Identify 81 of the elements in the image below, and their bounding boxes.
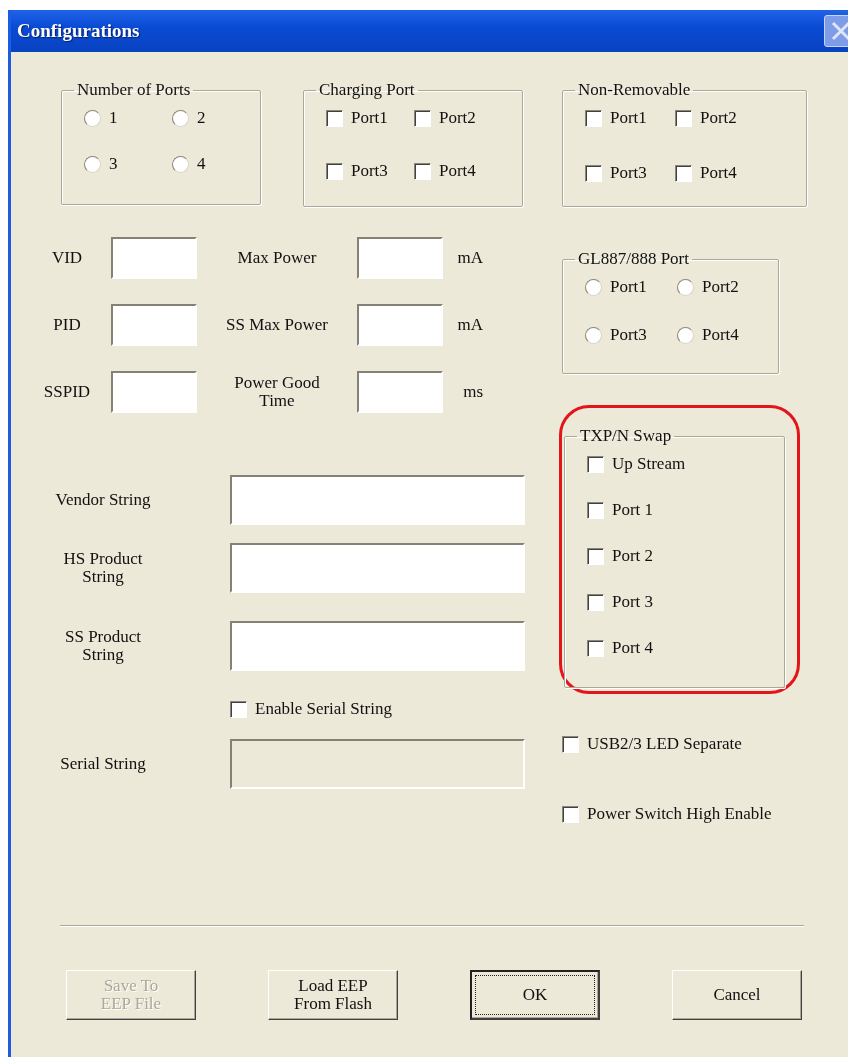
checkbox[interactable] bbox=[587, 547, 604, 565]
checkbox[interactable] bbox=[585, 109, 602, 127]
checkbox-label: Up Stream bbox=[612, 454, 686, 474]
checkbox-label: Port 3 bbox=[612, 592, 654, 612]
unit-label: ms bbox=[463, 382, 483, 402]
checkbox[interactable] bbox=[414, 162, 431, 180]
checkbox-label: Enable Serial String bbox=[255, 699, 392, 719]
group-title: TXP/N Swap bbox=[579, 426, 673, 446]
checkbox-label: USB2/3 LED Separate bbox=[587, 734, 742, 754]
radio-label: 1 bbox=[109, 108, 118, 128]
checkbox[interactable] bbox=[587, 501, 604, 519]
radio-label: 2 bbox=[197, 108, 206, 128]
group-title: Non-Removable bbox=[577, 80, 692, 100]
field-label: Serial String bbox=[60, 755, 146, 773]
radio-label: Port4 bbox=[702, 325, 739, 345]
input-field[interactable] bbox=[230, 543, 525, 593]
group-title: GL887/888 Port bbox=[577, 249, 690, 269]
checkbox-label: Port3 bbox=[610, 163, 647, 183]
checkbox-label: Port2 bbox=[700, 108, 737, 128]
checkbox[interactable] bbox=[587, 455, 604, 473]
field-label: PID bbox=[53, 316, 81, 334]
radio-button[interactable] bbox=[585, 326, 602, 344]
radio-label: 4 bbox=[197, 154, 206, 174]
input-field[interactable] bbox=[111, 237, 197, 279]
field-label: VID bbox=[51, 249, 83, 267]
input-field[interactable] bbox=[230, 621, 525, 671]
radio-button[interactable] bbox=[172, 109, 189, 127]
dialog-button[interactable]: Cancel bbox=[672, 970, 802, 1020]
field-label: SSPID bbox=[43, 383, 91, 401]
radio-label: 3 bbox=[109, 154, 118, 174]
field-label: Power Good Time bbox=[233, 374, 321, 410]
checkbox[interactable] bbox=[675, 109, 692, 127]
radio-button[interactable] bbox=[585, 278, 602, 296]
dialog-button[interactable]: Load EEP From Flash bbox=[268, 970, 398, 1020]
radio-button[interactable] bbox=[677, 326, 694, 344]
checkbox-label: Port 2 bbox=[612, 546, 654, 566]
radio-button[interactable] bbox=[84, 109, 101, 127]
checkbox[interactable] bbox=[562, 805, 579, 823]
close-button[interactable] bbox=[824, 15, 848, 47]
checkbox[interactable] bbox=[675, 164, 692, 182]
checkbox[interactable] bbox=[230, 700, 247, 718]
checkbox[interactable] bbox=[326, 162, 343, 180]
checkbox-label: Power Switch High Enable bbox=[587, 804, 772, 824]
checkbox[interactable] bbox=[587, 639, 604, 657]
input-field[interactable] bbox=[357, 304, 443, 346]
checkbox-label: Port 4 bbox=[612, 638, 654, 658]
checkbox-label: Port3 bbox=[351, 161, 388, 181]
radio-button[interactable] bbox=[677, 278, 694, 296]
radio-label: Port3 bbox=[610, 325, 647, 345]
checkbox-label: Port2 bbox=[439, 108, 476, 128]
checkbox-label: Port1 bbox=[610, 108, 647, 128]
checkbox-label: Port4 bbox=[700, 163, 737, 183]
unit-label: mA bbox=[457, 315, 483, 335]
checkbox[interactable] bbox=[585, 164, 602, 182]
field-label: SS Product String bbox=[63, 628, 142, 664]
group-title: Charging Port bbox=[318, 80, 416, 100]
unit-label: mA bbox=[457, 248, 483, 268]
input-field[interactable] bbox=[357, 371, 443, 413]
checkbox-label: Port1 bbox=[351, 108, 388, 128]
field-label: Max Power bbox=[237, 249, 317, 267]
window-title: Configurations bbox=[17, 20, 140, 42]
checkbox[interactable] bbox=[587, 593, 604, 611]
checkbox[interactable] bbox=[414, 109, 431, 127]
dialog-button[interactable]: OK bbox=[470, 970, 600, 1020]
input-field[interactable] bbox=[111, 304, 197, 346]
radio-label: Port1 bbox=[610, 277, 647, 297]
field-label: Vendor String bbox=[55, 491, 151, 509]
radio-button[interactable] bbox=[84, 155, 101, 173]
input-field[interactable] bbox=[230, 475, 525, 525]
checkbox-label: Port 1 bbox=[612, 500, 654, 520]
radio-label: Port2 bbox=[702, 277, 739, 297]
input-field[interactable] bbox=[111, 371, 197, 413]
input-field[interactable] bbox=[357, 237, 443, 279]
close-icon bbox=[830, 20, 848, 42]
field-label: SS Max Power bbox=[226, 316, 328, 334]
checkbox[interactable] bbox=[326, 109, 343, 127]
checkbox[interactable] bbox=[562, 735, 579, 753]
group-title: Number of Ports bbox=[76, 80, 192, 100]
field-label: HS Product String bbox=[62, 550, 144, 586]
radio-button[interactable] bbox=[172, 155, 189, 173]
checkbox-label: Port4 bbox=[439, 161, 476, 181]
